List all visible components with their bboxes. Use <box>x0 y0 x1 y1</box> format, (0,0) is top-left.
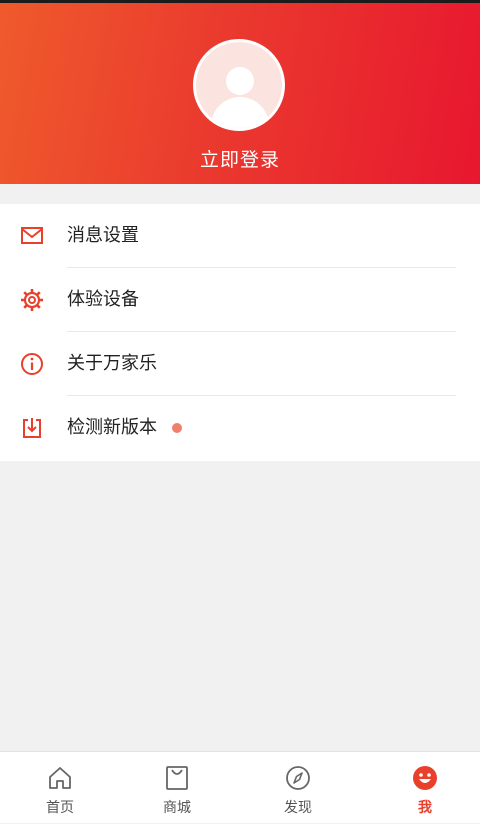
tab-label: 首页 <box>46 800 74 816</box>
home-icon <box>49 767 71 789</box>
new-version-badge <box>172 423 182 433</box>
avatar-head <box>226 67 254 95</box>
avatar[interactable] <box>193 39 285 131</box>
tab-me[interactable]: 我 <box>365 752 480 824</box>
shopping-bag-icon <box>166 766 188 790</box>
menu-item-trial-device[interactable]: 体验设备 <box>0 268 480 332</box>
tab-home[interactable]: 首页 <box>0 752 120 824</box>
tab-mall[interactable]: 商城 <box>117 752 237 824</box>
profile-header: 立即登录 <box>0 3 480 184</box>
menu-item-check-update[interactable]: 检测新版本 <box>0 396 480 460</box>
menu-item-about[interactable]: 关于万家乐 <box>0 332 480 396</box>
info-icon <box>21 353 43 375</box>
tab-discover[interactable]: 发现 <box>238 752 358 824</box>
menu-item-label: 体验设备 <box>67 289 139 310</box>
tab-label: 发现 <box>284 800 312 816</box>
menu-item-label: 关于万家乐 <box>67 353 157 374</box>
settings-menu: 消息设置 体验设备 关于万家乐 检测新版本 <box>0 204 480 461</box>
menu-item-message-settings[interactable]: 消息设置 <box>0 204 480 268</box>
menu-item-label: 检测新版本 <box>67 417 157 438</box>
bottom-tab-bar: 首页 商城 发现 我 <box>0 751 480 823</box>
tab-label: 商城 <box>163 800 191 816</box>
menu-item-label: 消息设置 <box>67 225 139 246</box>
gear-icon <box>21 289 43 311</box>
avatar-body <box>211 97 269 128</box>
download-icon <box>23 418 41 438</box>
login-link[interactable]: 立即登录 <box>0 145 480 172</box>
smile-face-icon <box>413 766 437 790</box>
compass-icon <box>286 766 310 790</box>
mail-icon <box>21 227 43 244</box>
tab-label: 我 <box>418 800 432 816</box>
